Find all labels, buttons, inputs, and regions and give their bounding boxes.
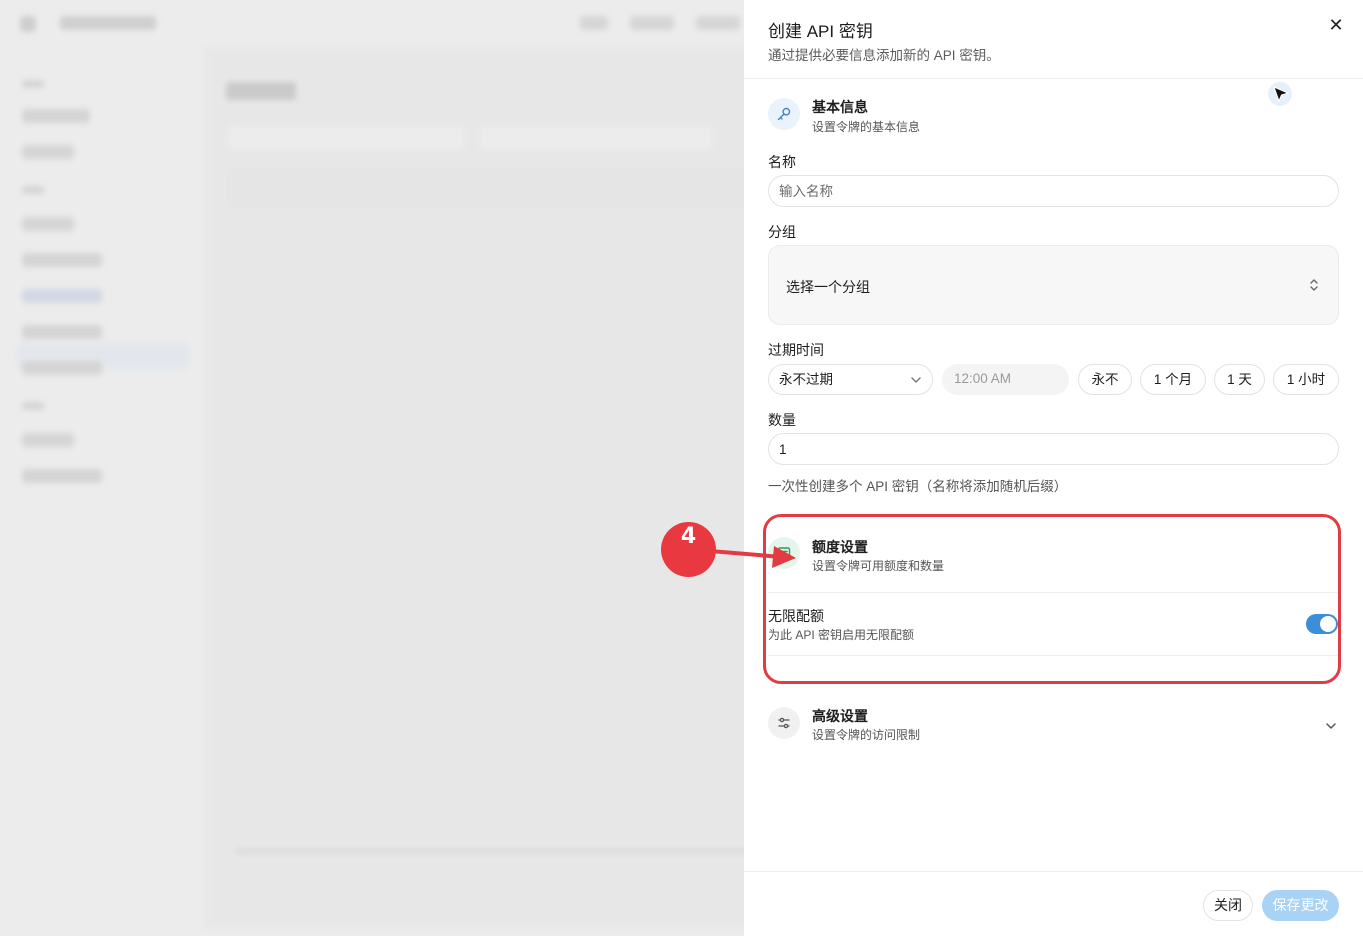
group-select-value: 选择一个分组 [786, 279, 870, 295]
background-app [0, 0, 744, 936]
bg-sidebar-row [22, 186, 44, 194]
count-label: 数量 [768, 412, 796, 428]
bg-sidebar-row [22, 433, 74, 447]
chevron-up-down-icon [1310, 279, 1318, 291]
close-icon[interactable]: ✕ [1326, 16, 1346, 36]
bg-sidebar-row [22, 109, 90, 123]
bg-sidebar-row [22, 217, 74, 231]
chevron-down-icon [911, 377, 921, 383]
sheet-title: 创建 API 密钥 [768, 22, 873, 41]
advanced-title: 高级设置 [812, 708, 868, 724]
bg-main [205, 48, 744, 928]
bg-sidebar-row [22, 361, 102, 375]
bg-sidebar-row [22, 402, 44, 410]
expiry-select-value: 永不过期 [779, 372, 833, 387]
annotation-highlight [763, 514, 1341, 684]
basic-info-title: 基本信息 [812, 99, 868, 115]
group-label: 分组 [768, 224, 796, 240]
sheet-description: 通过提供必要信息添加新的 API 密钥。 [768, 48, 1000, 63]
bg-page-title [226, 82, 296, 100]
bg-brand [60, 16, 156, 30]
sheet-footer: 关闭 保存更改 [744, 871, 1363, 936]
bg-sidebar-row [22, 80, 44, 88]
advanced-subtitle: 设置令牌的访问限制 [812, 728, 921, 742]
bg-sidebar [0, 60, 205, 936]
bg-sidebar-row [22, 469, 102, 483]
bg-logo [20, 16, 36, 32]
sheet-header: 创建 API 密钥 通过提供必要信息添加新的 API 密钥。 ✕ [744, 0, 1363, 79]
key-icon [768, 98, 800, 130]
count-input[interactable] [768, 433, 1339, 465]
annotation-arrow-icon [708, 546, 796, 568]
expiry-label: 过期时间 [768, 342, 824, 358]
mouse-cursor-icon [1268, 82, 1292, 106]
quick-1-day-button[interactable]: 1 天 [1214, 364, 1265, 395]
bg-nav-item [630, 16, 674, 30]
advanced-expand-icon[interactable] [1324, 720, 1338, 732]
bg-filter [478, 124, 714, 152]
group-select[interactable]: 选择一个分组 [768, 245, 1339, 325]
name-label: 名称 [768, 154, 796, 170]
bg-nav-item [580, 16, 608, 30]
close-button[interactable]: 关闭 [1203, 890, 1253, 921]
quick-1-hour-button[interactable]: 1 小时 [1273, 364, 1339, 395]
quick-never-button[interactable]: 永不 [1078, 364, 1132, 395]
background-blur-layer [0, 0, 744, 936]
expiry-time-input[interactable]: 12:00 AM [942, 364, 1069, 395]
bg-sidebar-row [22, 253, 102, 267]
sliders-icon [768, 707, 800, 739]
bg-filter [226, 124, 466, 152]
bg-sidebar-row [22, 145, 74, 159]
basic-info-subtitle: 设置令牌的基本信息 [812, 120, 921, 134]
name-input[interactable] [768, 175, 1339, 207]
expiry-select[interactable]: 永不过期 [768, 364, 933, 395]
create-api-key-sheet: 创建 API 密钥 通过提供必要信息添加新的 API 密钥。 ✕ 基本信息 设置… [744, 0, 1363, 936]
quick-1-month-button[interactable]: 1 个月 [1140, 364, 1206, 395]
bg-scrollbar [236, 848, 744, 854]
step-number: 4 [680, 524, 697, 549]
bg-topbar [0, 0, 744, 48]
bg-sidebar-row [22, 325, 102, 339]
bg-nav-item [696, 16, 740, 30]
bg-table-header [226, 168, 744, 208]
save-changes-button[interactable]: 保存更改 [1262, 890, 1339, 921]
step-badge: 4 [661, 522, 716, 577]
count-help-text: 一次性创建多个 API 密钥（名称将添加随机后缀） [768, 479, 1068, 494]
bg-sidebar-row [22, 289, 102, 303]
